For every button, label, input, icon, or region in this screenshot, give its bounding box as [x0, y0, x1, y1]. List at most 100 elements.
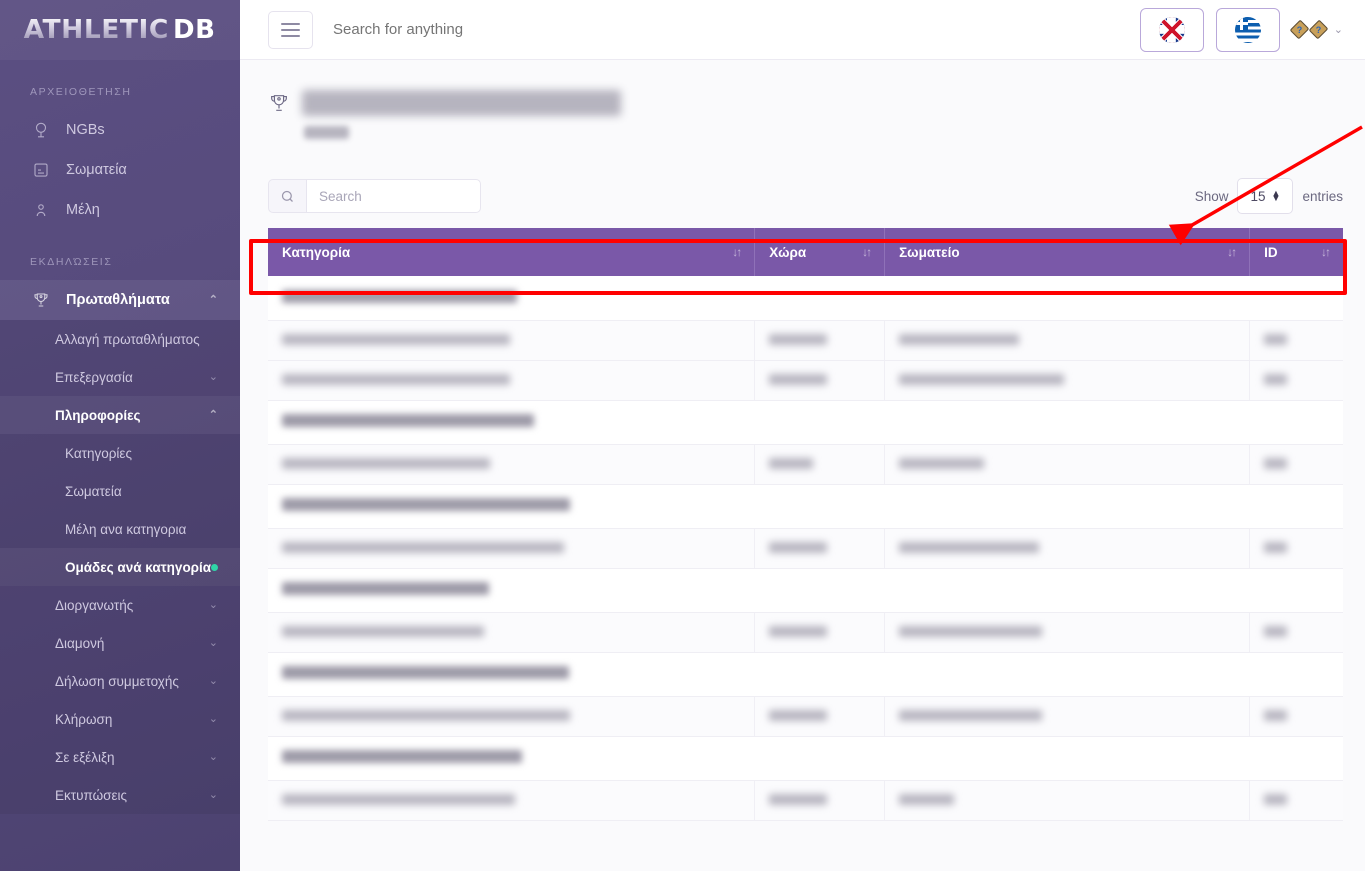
language-button-greek[interactable] [1215, 7, 1280, 52]
group-category-cell [268, 276, 1343, 321]
redacted-text [1264, 709, 1288, 721]
category-cell [268, 612, 756, 653]
sidebar-submenu-tail: Διοργανωτής ⌄ Διαμονή ⌄ Δήλωση συμμετοχή… [0, 586, 240, 814]
page-size-select[interactable]: 15 ▲ ▼ [1237, 178, 1294, 214]
redacted-text [899, 793, 955, 805]
table-row[interactable] [268, 612, 1343, 653]
country-cell [754, 360, 886, 401]
redacted-text [899, 457, 985, 469]
chevron-down-icon: ⌄ [208, 674, 218, 687]
sidebar-subitem-categories[interactable]: Κατηγορίες [0, 434, 240, 472]
club-cell [884, 444, 1251, 485]
redacted-text [1264, 541, 1288, 553]
sidebar-item-ngbs[interactable]: NGBs [0, 110, 240, 150]
redacted-text [282, 457, 490, 469]
sidebar-subitem-entry-declaration[interactable]: Δήλωση συμμετοχής ⌄ [0, 662, 240, 700]
user-pin-icon [30, 199, 52, 221]
sidebar-item-championships[interactable]: Πρωταθλήματα ⌃ [0, 280, 240, 320]
sidebar-subitem-label: Εκτυπώσεις [55, 787, 127, 803]
redacted-text [282, 582, 489, 595]
id-cell [1249, 444, 1343, 485]
show-label: Show [1194, 188, 1229, 204]
page-size-value: 15 [1250, 188, 1266, 204]
stepper-icon: ▲ ▼ [1271, 188, 1281, 203]
language-button-english[interactable] [1139, 7, 1204, 52]
table-group-row[interactable] [268, 276, 1343, 321]
table-row[interactable] [268, 696, 1343, 737]
column-header-club[interactable]: Σωματείο ↓↑ [884, 228, 1251, 276]
redacted-text [769, 709, 828, 721]
global-search-input[interactable] [333, 21, 753, 38]
group-category-cell [268, 652, 1343, 697]
sidebar-subitem-edit[interactable]: Επεξεργασία ⌄ [0, 358, 240, 396]
chevron-down-icon: ⌄ [208, 598, 218, 611]
category-cell [268, 320, 756, 361]
user-menu[interactable]: ? ? ⌄ [1289, 19, 1343, 40]
table-group-row[interactable] [268, 568, 1343, 613]
group-category-cell [268, 484, 1343, 529]
group-category-cell [268, 736, 1343, 781]
id-cell [1249, 696, 1343, 737]
entries-label: entries [1302, 188, 1343, 204]
sidebar-subitem-organizer[interactable]: Διοργανωτής ⌄ [0, 586, 240, 624]
club-cell [884, 528, 1251, 569]
sidebar-item-label: Μέλη [66, 202, 100, 218]
sidebar-subitem-change-championship[interactable]: Αλλαγή πρωταθλήματος [0, 320, 240, 358]
redacted-text [282, 289, 517, 303]
data-table-wrapper: Κατηγορία ↓↑ Χώρα ↓↑ Σωματείο ↓↑ ID ↓↑ [268, 228, 1343, 821]
brand-logo-primary: ATHLETIC [23, 15, 169, 45]
sidebar-subitem-members-per-category[interactable]: Μέλη ανα κατηγορια [0, 510, 240, 548]
sidebar-item-members[interactable]: Μέλη [0, 190, 240, 230]
flag-greece-icon [1234, 16, 1261, 43]
table-group-row[interactable] [268, 652, 1343, 697]
category-cell [268, 360, 756, 401]
sort-icon[interactable]: ↓↑ [724, 245, 742, 259]
sort-icon[interactable]: ↓↑ [854, 245, 872, 259]
sidebar-subitem-in-progress[interactable]: Σε εξέλιξη ⌄ [0, 738, 240, 776]
redacted-text [769, 625, 828, 637]
sidebar-subitem-teams-per-category[interactable]: Ομάδες ανά κατηγορία [0, 548, 240, 586]
redacted-text [769, 541, 828, 553]
column-label: ID [1264, 244, 1278, 260]
table-search-input[interactable] [306, 179, 481, 213]
id-cell [1249, 612, 1343, 653]
table-row[interactable] [268, 444, 1343, 485]
table-group-row[interactable] [268, 400, 1343, 445]
sort-icon[interactable]: ↓↑ [1219, 245, 1237, 259]
sort-icon[interactable]: ↓↑ [1313, 245, 1331, 259]
table-group-row[interactable] [268, 484, 1343, 529]
sidebar-subitem-label: Ομάδες ανά κατηγορία [65, 559, 212, 575]
sidebar-subitem-printouts[interactable]: Εκτυπώσεις ⌄ [0, 776, 240, 814]
hamburger-icon[interactable] [268, 10, 313, 49]
missing-glyph-icon: ? [1308, 19, 1329, 40]
sidebar-subitem-information[interactable]: Πληροφορίες ⌃ [0, 396, 240, 434]
table-row[interactable] [268, 360, 1343, 401]
country-cell [754, 612, 886, 653]
table-search-group [268, 179, 481, 213]
redacted-text [769, 333, 828, 345]
sidebar-subitem-clubs[interactable]: Σωματεία [0, 472, 240, 510]
column-header-country[interactable]: Χώρα ↓↑ [754, 228, 886, 276]
sidebar-section-archive: ΑΡΧΕΙΟΘΕΤΗΣΗ [30, 86, 132, 98]
sidebar-item-clubs[interactable]: Σωματεία [0, 150, 240, 190]
table-row[interactable] [268, 528, 1343, 569]
table-row[interactable] [268, 780, 1343, 821]
brand-logo[interactable]: ATHLETIC DB [0, 0, 240, 60]
chevron-down-icon: ⌄ [208, 712, 218, 725]
table-group-row[interactable] [268, 736, 1343, 781]
redacted-text [1264, 793, 1288, 805]
column-header-id[interactable]: ID ↓↑ [1249, 228, 1343, 276]
sidebar-subitem-draw[interactable]: Κλήρωση ⌄ [0, 700, 240, 738]
club-cell [884, 320, 1251, 361]
sidebar-subitem-label: Σε εξέλιξη [55, 749, 115, 765]
table-row[interactable] [268, 320, 1343, 361]
sidebar-subitem-accommodation[interactable]: Διαμονή ⌄ [0, 624, 240, 662]
sidebar-section-events: ΕΚΔΗΛΏΣΕΙΣ [30, 256, 113, 268]
column-label: Χώρα [769, 244, 807, 260]
sidebar-subitem-label: Σωματεία [65, 483, 122, 499]
column-header-category[interactable]: Κατηγορία ↓↑ [268, 228, 756, 276]
table-header: Κατηγορία ↓↑ Χώρα ↓↑ Σωματείο ↓↑ ID ↓↑ [268, 228, 1343, 276]
redacted-text [282, 333, 510, 345]
sidebar: ATHLETIC DB ΑΡΧΕΙΟΘΕΤΗΣΗ NGBs Σωματεία Μ… [0, 0, 240, 871]
redacted-text [769, 373, 828, 385]
